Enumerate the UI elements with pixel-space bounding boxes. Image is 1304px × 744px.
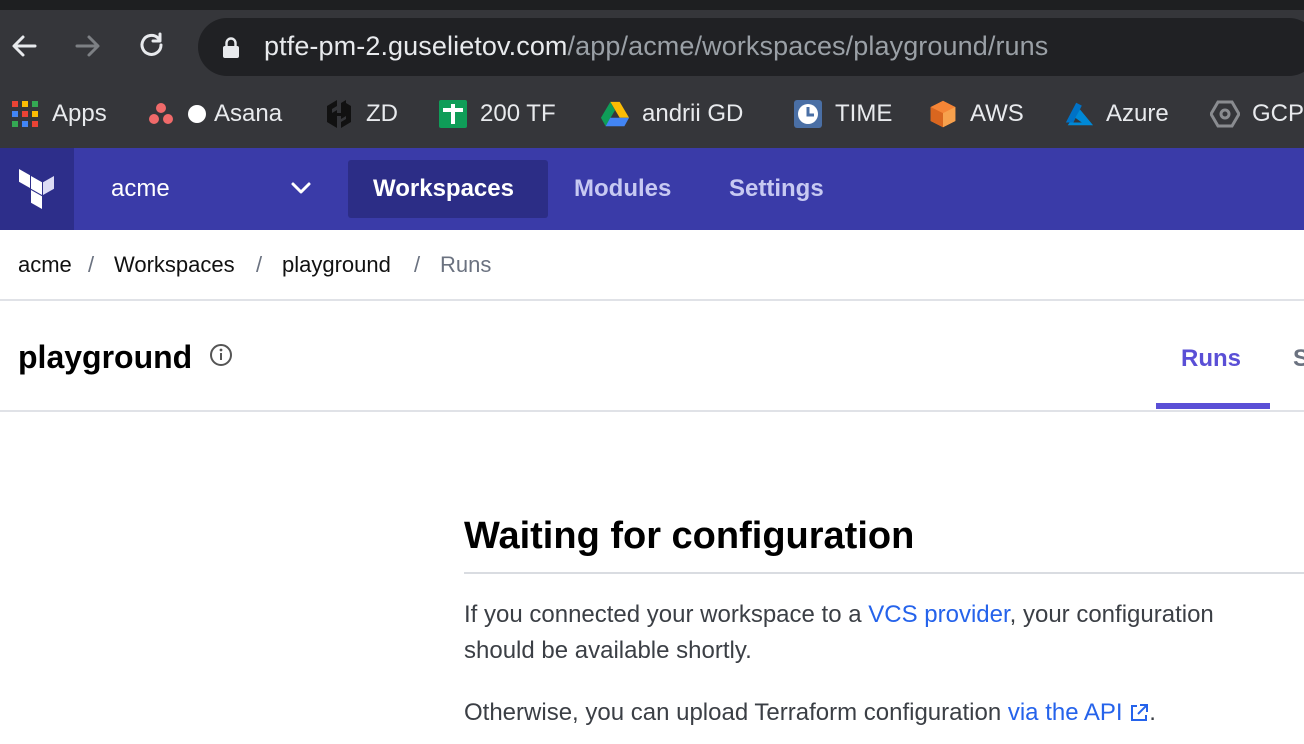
bookmark-label: Azure xyxy=(1106,100,1169,127)
bookmark-label: GCP xyxy=(1252,100,1304,127)
bookmark-label: AWS xyxy=(970,100,1024,127)
breadcrumb-workspaces[interactable]: Workspaces xyxy=(114,252,235,278)
org-name: acme xyxy=(111,175,170,202)
info-icon[interactable] xyxy=(209,343,233,367)
chevron-down-icon xyxy=(291,182,311,194)
browser-toolbar: ptfe-pm-2.guselietov.com/app/acme/worksp… xyxy=(0,10,1304,83)
api-paragraph: Otherwise, you can upload Terraform conf… xyxy=(464,695,1156,731)
asana-icon xyxy=(146,99,176,129)
nav-modules[interactable]: Modules xyxy=(549,160,696,218)
external-link-icon xyxy=(1131,704,1149,721)
bookmark-label: Apps xyxy=(52,100,107,127)
bookmark-azure[interactable]: Azure xyxy=(1064,96,1169,132)
tab-runs[interactable]: Runs xyxy=(1181,345,1241,373)
url-text: ptfe-pm-2.guselietov.com/app/acme/worksp… xyxy=(264,31,1048,62)
main-content: Waiting for configuration If you connect… xyxy=(0,412,1304,744)
heading-divider xyxy=(464,572,1304,574)
breadcrumb: acme / Workspaces / playground / Runs xyxy=(0,230,1304,301)
breadcrumb-separator: / xyxy=(256,252,263,277)
aws-cube-icon xyxy=(928,99,958,129)
breadcrumb-separator: / xyxy=(414,252,421,277)
vcs-provider-link[interactable]: VCS provider xyxy=(868,601,1009,628)
breadcrumb-runs: Runs xyxy=(440,252,492,277)
bookmark-label: 200 TF xyxy=(480,100,556,127)
back-arrow-icon xyxy=(12,35,37,57)
bookmark-gcp[interactable]: GCP xyxy=(1210,96,1304,132)
bookmark-asana[interactable]: Asana xyxy=(146,96,282,132)
back-button[interactable] xyxy=(6,28,42,64)
breadcrumb-separator: / xyxy=(88,252,95,277)
waiting-heading: Waiting for configuration xyxy=(464,515,915,557)
plus-sheet-icon xyxy=(438,99,468,129)
forward-arrow-icon xyxy=(75,35,100,57)
paragraph-text: If you connected your workspace to a xyxy=(464,601,869,628)
lock-icon xyxy=(223,37,239,58)
active-tab-indicator xyxy=(1156,403,1270,409)
paragraph-text: . xyxy=(1149,699,1156,726)
apps-grid-icon xyxy=(10,99,40,129)
white-dot-icon xyxy=(188,105,206,123)
nav-workspaces[interactable]: Workspaces xyxy=(348,160,548,218)
azure-icon xyxy=(1064,99,1094,129)
terraform-logo-icon xyxy=(19,169,54,209)
reload-icon xyxy=(140,32,163,56)
breadcrumb-acme[interactable]: acme xyxy=(18,252,72,278)
clock-icon xyxy=(793,99,823,129)
bookmark-aws[interactable]: AWS xyxy=(928,96,1024,132)
breadcrumb-playground[interactable]: playground xyxy=(282,252,391,278)
address-bar[interactable]: ptfe-pm-2.guselietov.com/app/acme/worksp… xyxy=(198,18,1304,76)
via-api-link[interactable]: via the API xyxy=(1008,699,1149,726)
reload-button[interactable] xyxy=(134,28,170,64)
gcp-hexagon-icon xyxy=(1210,99,1240,129)
vcs-paragraph-line2: should be available shortly. xyxy=(464,637,752,664)
bookmark-zd[interactable]: ZD xyxy=(324,96,398,132)
bookmark-time[interactable]: TIME xyxy=(793,96,892,132)
vcs-paragraph: If you connected your workspace to a VCS… xyxy=(464,597,1214,633)
browser-tabstrip xyxy=(0,0,1304,10)
hashicorp-icon xyxy=(324,99,354,129)
nav-settings[interactable]: Settings xyxy=(704,160,849,218)
bookmark-label: TIME xyxy=(835,100,893,127)
tab-states[interactable]: S xyxy=(1293,345,1304,373)
terraform-logo[interactable] xyxy=(0,148,74,230)
paragraph-text: Otherwise, you can upload Terraform conf… xyxy=(464,699,1008,726)
forward-button[interactable] xyxy=(70,28,106,64)
app-header: acme Workspaces Modules Settings xyxy=(0,148,1304,230)
org-selector[interactable]: acme xyxy=(74,148,330,230)
bookmarks-bar: Apps Asana ZD 200 TF andrii GD TIME AWS … xyxy=(0,83,1304,148)
bookmark-label: ZD xyxy=(366,100,398,127)
url-host: ptfe-pm-2.guselietov.com xyxy=(264,31,568,61)
workspace-title-bar: playground Runs S xyxy=(0,301,1304,412)
bookmark-label: Asana xyxy=(214,100,283,127)
bookmark-apps[interactable]: Apps xyxy=(10,96,107,132)
url-path: /app/acme/workspaces/playground/runs xyxy=(567,31,1049,61)
page-title: playground xyxy=(18,339,193,375)
bookmark-andrii-gd[interactable]: andrii GD xyxy=(600,96,743,132)
paragraph-text: , your configuration xyxy=(1009,601,1214,628)
bookmark-label: andrii GD xyxy=(642,100,744,127)
via-api-link-label: via the API xyxy=(1007,699,1123,726)
google-drive-icon xyxy=(600,99,630,129)
bookmark-200tf[interactable]: 200 TF xyxy=(438,96,556,132)
